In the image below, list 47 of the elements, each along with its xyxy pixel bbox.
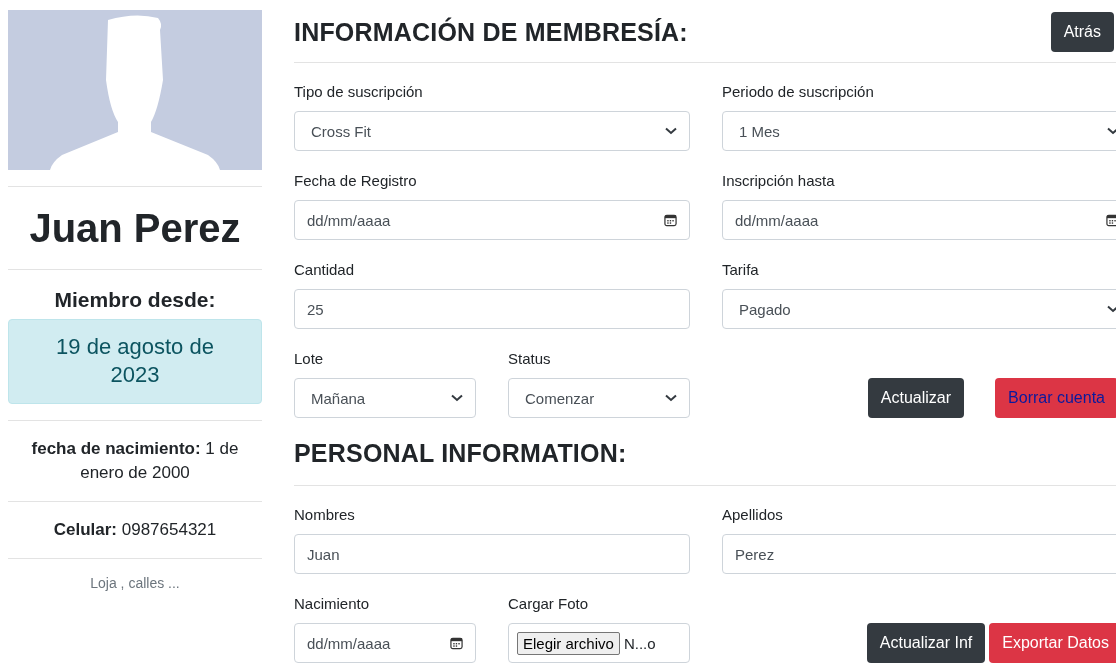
select-field[interactable]: Comenzar xyxy=(508,378,690,418)
file-field[interactable]: Elegir archivo N...o xyxy=(508,623,690,663)
chevron-down-icon xyxy=(665,394,677,402)
birth-date-text: fecha de nacimiento: 1 de enero de 2000 xyxy=(30,438,240,484)
date-field[interactable]: dd/mm/aaaa xyxy=(722,200,1116,240)
select-field[interactable]: Cross Fit xyxy=(294,111,690,151)
section-title: INFORMACIÓN DE MEMBRESÍA: xyxy=(294,17,688,47)
calendar-icon xyxy=(1106,213,1116,227)
calendar-icon xyxy=(450,636,463,650)
phone-text: Celular: 0987654321 xyxy=(52,519,218,541)
action-button[interactable]: Actualizar xyxy=(867,378,965,418)
chevron-down-icon xyxy=(1107,305,1116,313)
field-label: Lote xyxy=(294,349,325,369)
calendar-icon xyxy=(664,213,677,227)
action-button[interactable]: Actualizar Inf xyxy=(866,623,986,663)
text-field[interactable]: Juan xyxy=(294,534,690,574)
field-label: Nombres xyxy=(294,505,356,525)
text-field[interactable]: Perez xyxy=(722,534,1116,574)
field-label: Fecha de Registro xyxy=(294,171,418,191)
date-field[interactable]: dd/mm/aaaa xyxy=(294,623,476,663)
field-label: Nacimiento xyxy=(294,594,371,614)
field-label: Periodo de suscripción xyxy=(722,82,875,102)
text-field[interactable]: 25 xyxy=(294,289,690,329)
field-label: Tipo de suscripción xyxy=(294,82,424,102)
chevron-down-icon xyxy=(1107,127,1116,135)
chevron-down-icon xyxy=(665,127,677,135)
section-title: PERSONAL INFORMATION: xyxy=(294,438,627,468)
back-button[interactable]: Atrás xyxy=(1050,12,1114,52)
field-label: Inscripción hasta xyxy=(722,171,836,191)
chevron-down-icon xyxy=(451,394,463,402)
member-since-date: 19 de agosto de 2023 xyxy=(8,319,262,404)
avatar-silhouette-icon xyxy=(8,10,262,170)
action-button[interactable]: Exportar Datos xyxy=(989,623,1116,663)
field-label: Cantidad xyxy=(294,260,356,280)
choose-file-button[interactable]: Elegir archivo xyxy=(517,631,620,655)
member-name: Juan Perez xyxy=(28,205,242,252)
field-label: Apellidos xyxy=(722,505,784,525)
select-field[interactable]: Mañana xyxy=(294,378,476,418)
field-label: Status xyxy=(508,349,552,369)
file-name: N...o xyxy=(623,634,656,652)
select-field[interactable]: Pagado xyxy=(722,289,1116,329)
field-label: Cargar Foto xyxy=(508,594,590,614)
select-field[interactable]: 1 Mes xyxy=(722,111,1116,151)
field-label: Tarifa xyxy=(722,260,760,280)
address-text: Loja , calles ... xyxy=(89,575,181,591)
member-since-label: Miembro desde: xyxy=(53,287,217,313)
date-field[interactable]: dd/mm/aaaa xyxy=(294,200,690,240)
